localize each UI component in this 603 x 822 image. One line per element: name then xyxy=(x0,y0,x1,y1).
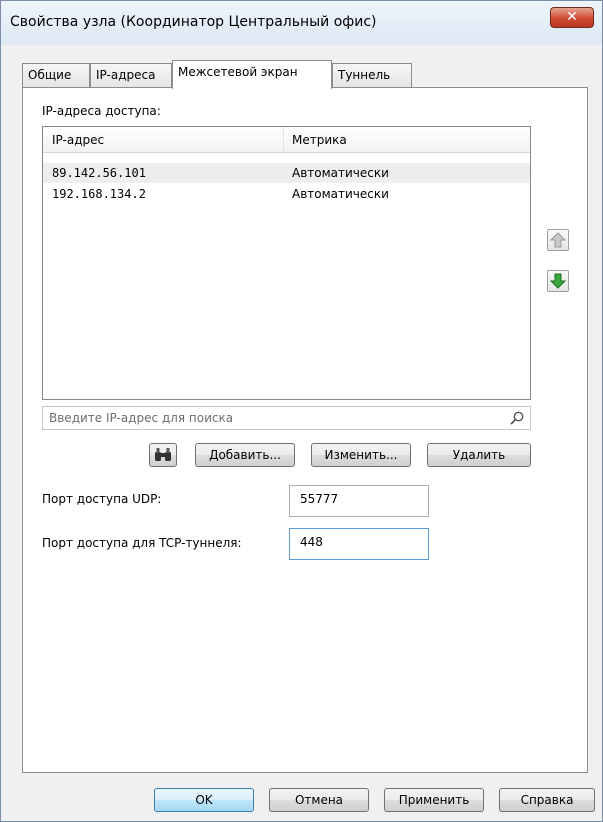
tab-ip-addresses[interactable]: IP-адреса xyxy=(90,63,172,87)
delete-button[interactable]: Удалить xyxy=(427,443,531,467)
access-addresses-label: IP-адреса доступа: xyxy=(42,104,161,118)
arrow-down-icon xyxy=(549,273,567,289)
edit-button[interactable]: Изменить... xyxy=(311,443,411,467)
table-row[interactable]: 89.142.56.101 Автоматически xyxy=(43,163,530,183)
title-bar[interactable]: Свойства узла (Координатор Центральный о… xyxy=(1,1,602,45)
row-metric: Автоматически xyxy=(292,187,389,201)
tab-panel-firewall: IP-адреса доступа: IP-адрес Метрика 89.1… xyxy=(22,87,588,773)
ip-address-list[interactable]: IP-адрес Метрика 89.142.56.101 Автоматич… xyxy=(42,126,531,400)
find-button[interactable] xyxy=(149,443,177,467)
table-row[interactable]: 192.168.134.2 Автоматически xyxy=(43,184,530,204)
tcp-port-label: Порт доступа для TCP-туннеля: xyxy=(42,536,242,550)
column-metric-header[interactable]: Метрика xyxy=(292,133,347,147)
column-separator[interactable] xyxy=(283,127,284,153)
binoculars-icon xyxy=(155,448,171,461)
ip-search-input[interactable]: Введите IP-адрес для поиска xyxy=(42,406,531,430)
row-ip: 192.168.134.2 xyxy=(52,187,146,201)
apply-button[interactable]: Применить xyxy=(384,788,484,812)
properties-dialog: Свойства узла (Координатор Центральный о… xyxy=(0,0,603,822)
ok-button[interactable]: OK xyxy=(154,788,254,812)
tab-firewall[interactable]: Межсетевой экран xyxy=(172,60,332,89)
row-ip: 89.142.56.101 xyxy=(52,166,146,180)
window-title: Свойства узла (Координатор Центральный о… xyxy=(10,14,377,30)
list-header: IP-адрес Метрика xyxy=(43,127,530,153)
cancel-button[interactable]: Отмена xyxy=(269,788,369,812)
udp-port-field[interactable]: 55777 xyxy=(289,485,429,517)
udp-port-label: Порт доступа UDP: xyxy=(42,492,162,506)
row-metric: Автоматически xyxy=(292,166,389,180)
tab-general[interactable]: Общие xyxy=(22,63,90,87)
move-up-button[interactable] xyxy=(547,229,569,251)
add-button[interactable]: Добавить... xyxy=(195,443,295,467)
help-button[interactable]: Справка xyxy=(499,788,595,812)
search-icon[interactable] xyxy=(509,410,525,426)
close-button[interactable]: ✕ xyxy=(550,7,594,28)
search-placeholder: Введите IP-адрес для поиска xyxy=(49,411,234,425)
arrow-up-icon xyxy=(549,232,567,248)
move-down-button[interactable] xyxy=(547,270,569,292)
tab-tunnel[interactable]: Туннель xyxy=(332,63,412,87)
column-ip-header[interactable]: IP-адрес xyxy=(52,133,104,147)
tcp-port-field[interactable]: 448 xyxy=(289,528,429,560)
